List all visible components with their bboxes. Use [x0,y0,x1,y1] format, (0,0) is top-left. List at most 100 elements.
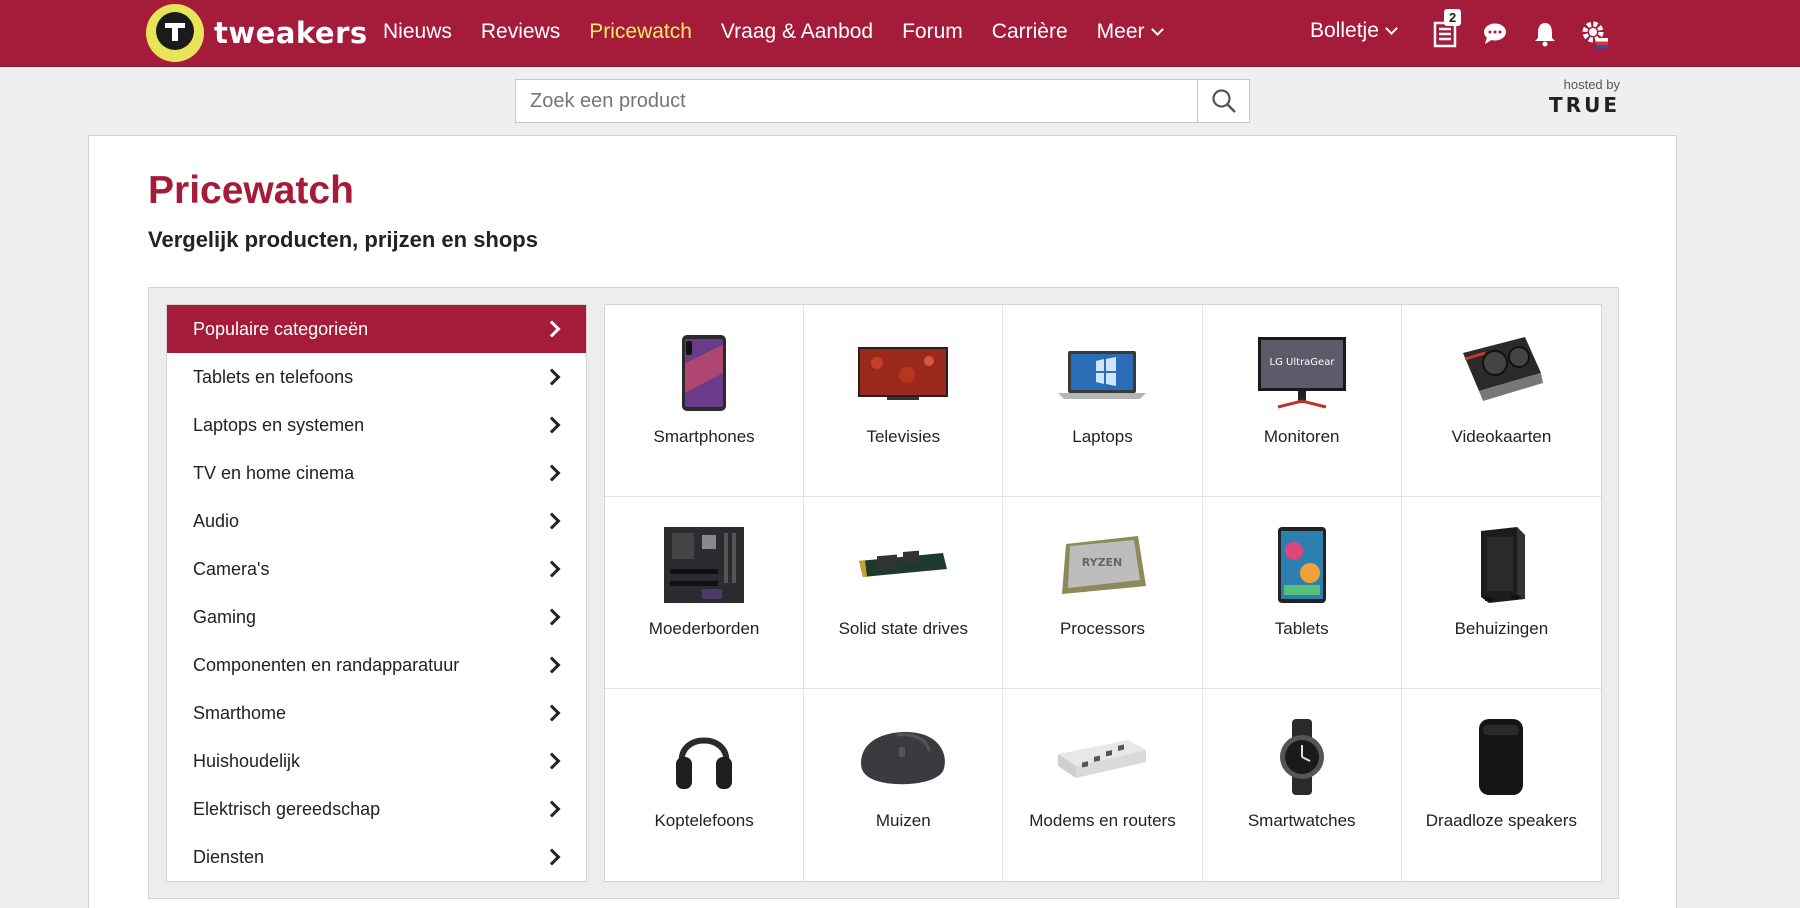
chevron-right-icon [543,800,561,818]
product-tile-modems[interactable]: Modems en routers [1003,689,1203,881]
nav-carriere[interactable]: Carrière [992,20,1068,44]
nav-nieuws[interactable]: Nieuws [383,20,452,44]
search-input[interactable] [516,80,1197,122]
product-tile-televisies[interactable]: Televisies [804,305,1004,497]
svg-text:LG UltraGear: LG UltraGear [1269,357,1335,368]
product-label: Monitoren [1263,427,1340,446]
top-navigation-bar: tweakers Nieuws Reviews Pricewatch Vraag… [0,0,1800,67]
category-item-huishoudelijk[interactable]: Huishoudelijk [167,737,586,785]
chevron-down-icon [1385,21,1398,35]
nav-pricewatch[interactable]: Pricewatch [589,20,692,44]
product-label: Televisies [866,427,941,446]
category-label: Smarthome [193,702,287,723]
product-tile-moederborden[interactable]: Moederborden [605,497,805,689]
category-label: Huishoudelijk [193,750,301,771]
category-item-laptops-systemen[interactable]: Laptops en systemen [167,401,586,449]
nav-meer[interactable]: Meer [1096,20,1164,44]
nav-forum[interactable]: Forum [902,20,963,44]
product-search [515,79,1250,123]
videocard-icon [1453,333,1549,413]
category-item-diensten[interactable]: Diensten [167,833,586,881]
category-label: Gaming [193,606,257,627]
product-label: Muizen [875,811,931,830]
category-label: Camera's [193,558,270,579]
user-menu[interactable]: Bolletje [1310,19,1398,43]
chevron-right-icon [543,656,561,674]
product-tile-laptops[interactable]: Laptops [1003,305,1203,497]
monitor-icon: LG UltraGear [1254,333,1350,413]
category-item-componenten[interactable]: Componenten en randapparatuur [167,641,586,689]
product-label: Behuizingen [1454,619,1549,638]
header-icons: 2 [1430,9,1630,52]
category-item-tablets-telefoons[interactable]: Tablets en telefoons [167,353,586,401]
chevron-right-icon [543,320,561,338]
category-label: Laptops en systemen [193,414,365,435]
chevron-right-icon [543,416,561,434]
list-count-badge: 2 [1444,9,1462,26]
search-button[interactable] [1197,80,1249,122]
main-content: Pricewatch Vergelijk producten, prijzen … [88,135,1677,908]
smartwatch-icon [1254,717,1350,797]
category-list: Populaire categorieën Tablets en telefoo… [166,304,587,882]
list-icon[interactable]: 2 [1430,9,1462,49]
nav-vraag-aanbod[interactable]: Vraag & Aanbod [721,20,873,44]
processor-icon: RYZEN [1054,525,1150,605]
page-subtitle: Vergelijk producten, prijzen en shops [148,227,538,252]
product-label: Smartphones [653,427,755,446]
product-tile-smartwatches[interactable]: Smartwatches [1203,689,1402,881]
product-category-grid: Smartphones Televisies Laptops LG UltraG… [604,304,1602,882]
headphones-icon [656,717,752,797]
category-label: Tablets en telefoons [193,366,354,387]
chevron-right-icon [543,704,561,722]
chevron-right-icon [543,608,561,626]
mouse-icon [855,717,951,797]
case-icon [1453,525,1549,605]
page-title: Pricewatch [148,169,354,212]
chevron-right-icon [543,848,561,866]
tweakers-logo[interactable]: tweakers [146,4,368,62]
logo-text: tweakers [214,16,368,50]
category-item-gaming[interactable]: Gaming [167,593,586,641]
product-label: Laptops [1072,427,1133,446]
chevron-right-icon [543,368,561,386]
product-tile-videokaarten[interactable]: Videokaarten [1401,305,1601,497]
speaker-icon [1453,717,1549,797]
product-tile-behuizingen[interactable]: Behuizingen [1401,497,1601,689]
category-label: TV en home cinema [193,462,355,483]
smartphone-icon [656,333,752,413]
category-item-cameras[interactable]: Camera's [167,545,586,593]
category-item-tv-home-cinema[interactable]: TV en home cinema [167,449,586,497]
product-tile-processors[interactable]: RYZEN Processors [1003,497,1203,689]
nav-meer-label: Meer [1096,20,1145,43]
product-tile-koptelefoons[interactable]: Koptelefoons [605,689,805,881]
category-item-audio[interactable]: Audio [167,497,586,545]
product-label: Modems en routers [1029,811,1176,830]
category-item-populaire[interactable]: Populaire categorieën [167,305,586,353]
hosted-by[interactable]: hosted by TRUE [1540,77,1620,117]
gear-icon[interactable] [1580,19,1610,49]
category-label: Audio [193,510,240,531]
router-icon [1054,717,1150,797]
product-label: Processors [1059,619,1145,638]
product-label: Tablets [1274,619,1329,638]
product-label: Draadloze speakers [1425,811,1577,830]
nav-reviews[interactable]: Reviews [481,20,560,44]
chevron-right-icon [543,752,561,770]
category-item-smarthome[interactable]: Smarthome [167,689,586,737]
category-panel: Populaire categorieën Tablets en telefoo… [148,287,1619,899]
product-tile-tablets[interactable]: Tablets [1202,497,1402,689]
chat-icon[interactable] [1480,19,1510,49]
product-tile-smartphones[interactable]: Smartphones [605,305,805,497]
bell-icon[interactable] [1530,19,1560,49]
chevron-down-icon [1150,22,1164,36]
product-tile-muizen[interactable]: Muizen [804,689,1004,881]
product-label: Videokaarten [1451,427,1552,446]
product-label: Koptelefoons [654,811,754,830]
category-item-gereedschap[interactable]: Elektrisch gereedschap [167,785,586,833]
product-tile-ssd[interactable]: Solid state drives [804,497,1004,689]
tweakers-logo-icon [146,4,204,62]
product-tile-speakers[interactable]: Draadloze speakers [1402,689,1601,881]
motherboard-icon [656,525,752,605]
product-label: Smartwatches [1247,811,1356,830]
product-tile-monitoren[interactable]: LG UltraGear Monitoren [1202,305,1402,497]
